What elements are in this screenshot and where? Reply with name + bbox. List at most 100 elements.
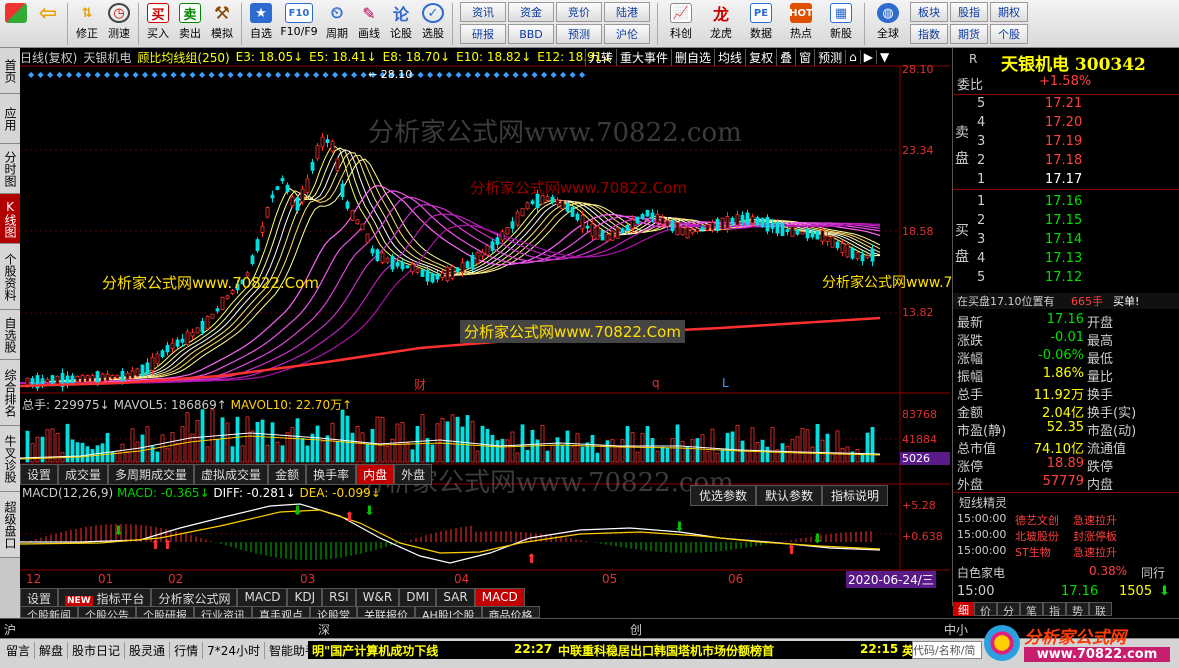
toolbar-index-button[interactable]: 指数 <box>910 24 948 44</box>
search-input[interactable]: 代码/名称/简 <box>912 641 982 659</box>
toolbar-forecast-button[interactable]: 预测 <box>556 24 602 44</box>
menu-adjust[interactable]: 复权 <box>745 48 776 66</box>
quote-tab-detail[interactable]: 细 <box>953 602 974 616</box>
subtab-turnover[interactable]: 换手率 <box>306 464 357 485</box>
subtab-volume[interactable]: 成交量 <box>58 464 109 485</box>
quote-tab-trade[interactable]: 笔 <box>1020 602 1043 616</box>
tab-home[interactable]: 首页 <box>0 48 20 94</box>
quote-tab-minute[interactable]: 分 <box>997 602 1020 616</box>
buy-level-5[interactable]: 5 17.12 <box>953 270 1179 288</box>
toolbar-f10-button[interactable]: F10 F10/F9 <box>277 0 321 46</box>
toolbar-star-market-button[interactable]: 📈 科创 <box>661 0 701 46</box>
quote-tab-trend[interactable]: 势 <box>1066 602 1089 616</box>
subtab-outer[interactable]: 外盘 <box>394 464 433 485</box>
buy-level-3[interactable]: 3 17.14 <box>953 232 1179 250</box>
news-tab[interactable]: 真手观点 <box>252 606 310 618</box>
toolbar-grid-button[interactable] <box>0 0 32 46</box>
forward-icon[interactable]: ▶ <box>859 50 876 64</box>
toolbar-bbd-button[interactable]: BBD <box>508 24 554 44</box>
menu-major-events[interactable]: 重大事件 <box>616 48 671 66</box>
status-link[interactable]: 行情 <box>170 642 204 659</box>
menu-forecast[interactable]: 预测 <box>814 48 845 66</box>
sell-level-4[interactable]: 4 17.20 <box>953 115 1179 133</box>
index-sz[interactable]: 深 <box>318 621 330 638</box>
status-link[interactable]: 留言 <box>2 642 36 659</box>
tab-profile[interactable]: 个股资料 <box>0 244 20 310</box>
status-link[interactable]: 7*24小时 <box>203 642 265 659</box>
quote-tab-link[interactable]: 联 <box>1089 602 1112 616</box>
news-tab[interactable]: 行业资讯 <box>194 606 252 618</box>
index-sme[interactable]: 中小 <box>944 621 968 638</box>
news-ticker[interactable]: 明"国产计算机成功下线 22:27 中联重科稳居出口韩国塔机市场份额榜首 22:… <box>308 641 968 659</box>
toolbar-options-button[interactable]: 期权 <box>990 2 1028 22</box>
toolbar-data-button[interactable]: PE 数据 <box>741 0 781 46</box>
indicator-help-button[interactable]: 指标说明 <box>822 485 889 506</box>
sell-level-5[interactable]: 5 17.21 <box>953 96 1179 114</box>
status-link[interactable]: 股市日记 <box>68 642 126 659</box>
toolbar-speed-button[interactable]: ◷ 测速 <box>103 0 135 46</box>
quote-tab-index[interactable]: 指 <box>1043 602 1066 616</box>
tab-intraday[interactable]: 分时图 <box>0 144 20 194</box>
menu-nine-turn[interactable]: 九转 <box>585 48 616 66</box>
news-tab[interactable]: 个股新闻 <box>20 606 78 618</box>
event-marker[interactable]: 财 <box>414 376 426 393</box>
tab-apps[interactable]: 应用 <box>0 94 20 144</box>
news-tab[interactable]: 个股公告 <box>78 606 136 618</box>
menu-window[interactable]: 窗 <box>795 48 814 66</box>
toolbar-auction-button[interactable]: 竞价 <box>556 2 602 22</box>
toolbar-futures-button[interactable]: 期货 <box>950 24 988 44</box>
optimize-params-button[interactable]: 优选参数 <box>690 485 757 506</box>
dropdown-icon[interactable]: ▼ <box>875 50 892 64</box>
tab-ranking[interactable]: 综合排名 <box>0 360 20 426</box>
status-link[interactable]: 股灵通 <box>125 642 171 659</box>
news-tab[interactable]: AH股|个股 <box>415 606 482 618</box>
toolbar-index-futures-button[interactable]: 股指 <box>950 2 988 22</box>
tab-watchlist[interactable]: 自选股 <box>0 310 20 360</box>
news-tab[interactable]: 论股堂 <box>310 606 357 618</box>
default-params-button[interactable]: 默认参数 <box>756 485 823 506</box>
buy-level-4[interactable]: 4 17.13 <box>953 251 1179 269</box>
sector-more[interactable]: 同行 <box>1141 564 1165 581</box>
toolbar-buy-button[interactable]: 买 买入 <box>142 0 174 46</box>
toolbar-sector-button[interactable]: 板块 <box>910 2 948 22</box>
sell-level-3[interactable]: 3 17.19 <box>953 134 1179 152</box>
news-tab[interactable]: 关联报价 <box>357 606 415 618</box>
period-label[interactable]: 日线(复权) <box>20 49 77 66</box>
tab-super-level[interactable]: 超级盘口 <box>0 492 20 558</box>
toolbar-back-button[interactable]: ⇦ <box>32 0 64 46</box>
toolbar-global-button[interactable]: ◍ 全球 <box>868 0 908 46</box>
event-marker[interactable]: q <box>652 376 660 390</box>
toolbar-london-button[interactable]: 沪伦 <box>604 24 650 44</box>
subtab-virtual-volume[interactable]: 虚拟成交量 <box>194 464 269 485</box>
subtab-multi-volume[interactable]: 多周期成交量 <box>108 464 195 485</box>
menu-overlay[interactable]: 叠 <box>776 48 795 66</box>
toolbar-news-button[interactable]: 资讯 <box>460 2 506 22</box>
buy-level-1[interactable]: 1 17.16 <box>953 194 1179 212</box>
quote-tab-price[interactable]: 价 <box>974 602 997 616</box>
menu-remove-watch[interactable]: 删自选 <box>671 48 714 66</box>
menu-ma[interactable]: 均线 <box>714 48 745 66</box>
spirit-item[interactable]: 15:00:00 ST生物 急速拉升 <box>953 544 1179 562</box>
sell-level-2[interactable]: 2 17.18 <box>953 153 1179 171</box>
index-sh[interactable]: 沪 <box>4 621 16 638</box>
toolbar-hot-button[interactable]: HOT 热点 <box>781 0 821 46</box>
news-tab[interactable]: 商品价格 <box>481 606 540 618</box>
toolbar-sell-button[interactable]: 卖 卖出 <box>174 0 206 46</box>
event-marker[interactable]: L <box>722 376 729 390</box>
toolbar-simulate-button[interactable]: ⚒ 模拟 <box>206 0 238 46</box>
toolbar-discuss-button[interactable]: 论 论股 <box>385 0 417 46</box>
tab-diagnosis[interactable]: 牛叉诊股 <box>0 426 20 492</box>
subtab-settings[interactable]: 设置 <box>20 464 59 485</box>
lock-icon[interactable]: ⌂ <box>845 50 860 64</box>
toolbar-draw-button[interactable]: ✎ 画线 <box>353 0 385 46</box>
toolbar-fund-button[interactable]: 资金 <box>508 2 554 22</box>
toolbar-report-button[interactable]: 研报 <box>460 24 506 44</box>
sell-level-1[interactable]: 1 17.17 <box>953 172 1179 190</box>
indicator-name[interactable]: 顾比均线组(250) <box>137 49 229 66</box>
toolbar-pick-button[interactable]: ✓ 选股 <box>417 0 449 46</box>
toolbar-watchlist-button[interactable]: ★ 自选 <box>245 0 277 46</box>
news-tab[interactable]: 个股研报 <box>136 606 194 618</box>
toolbar-hk-button[interactable]: 陆港 <box>604 2 650 22</box>
buy-level-2[interactable]: 2 17.15 <box>953 213 1179 231</box>
subtab-inner[interactable]: 内盘 <box>356 464 395 485</box>
